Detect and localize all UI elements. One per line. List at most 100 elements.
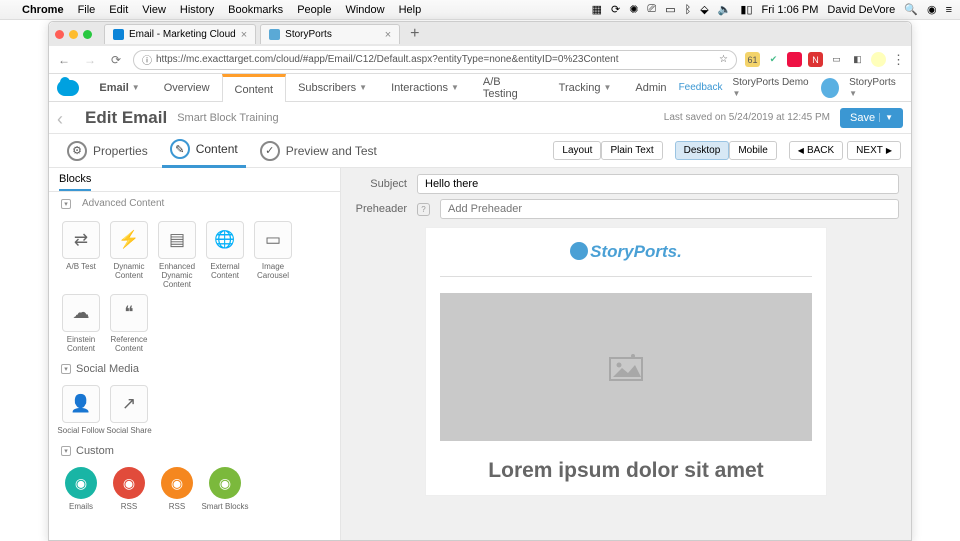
reload-button[interactable]: ⟳ bbox=[107, 53, 125, 67]
nav-content[interactable]: Content bbox=[222, 74, 287, 102]
preheader-input[interactable] bbox=[440, 199, 899, 219]
collapse-icon[interactable]: ▾ bbox=[61, 199, 71, 209]
org-switcher[interactable]: StoryPorts Demo ▼ bbox=[732, 77, 811, 99]
device-desktop-toggle[interactable]: Desktop bbox=[675, 141, 730, 160]
view-plaintext-toggle[interactable]: Plain Text bbox=[601, 141, 662, 160]
extension-icon[interactable]: ✔ bbox=[766, 52, 781, 67]
step-properties[interactable]: ⚙Properties bbox=[59, 134, 156, 168]
nav-admin[interactable]: Admin bbox=[623, 74, 678, 102]
siri-icon[interactable]: ◉ bbox=[927, 3, 937, 16]
tab-storyports[interactable]: StoryPorts × bbox=[260, 24, 400, 44]
airplay-icon[interactable]: ▭ bbox=[665, 3, 675, 16]
nav-interactions[interactable]: Interactions▼ bbox=[379, 74, 471, 102]
profile-avatar-icon[interactable] bbox=[871, 52, 886, 67]
extension-icon[interactable]: ▭ bbox=[829, 52, 844, 67]
close-tab-icon[interactable]: × bbox=[385, 29, 391, 41]
menu-people[interactable]: People bbox=[297, 4, 331, 16]
block-label: Einstein Content bbox=[57, 335, 105, 353]
block-item[interactable]: ↗Social Share bbox=[105, 385, 153, 435]
menu-help[interactable]: Help bbox=[399, 4, 422, 16]
extension-icon[interactable]: ◧ bbox=[850, 52, 865, 67]
menu-window[interactable]: Window bbox=[345, 4, 384, 16]
block-item[interactable]: ⚡Dynamic Content bbox=[105, 221, 153, 290]
clock[interactable]: Fri 1:06 PM bbox=[762, 4, 819, 16]
browser-window: Email - Marketing Cloud × StoryPorts × +… bbox=[48, 21, 912, 541]
step-content[interactable]: ✎Content bbox=[162, 134, 246, 168]
block-icon: ▤ bbox=[158, 221, 196, 259]
sidebar-tab-blocks[interactable]: Blocks bbox=[59, 169, 91, 191]
extension-icon[interactable]: N bbox=[808, 52, 823, 67]
menu-history[interactable]: History bbox=[180, 4, 214, 16]
status-icon[interactable]: ⎚ bbox=[647, 3, 656, 16]
address-bar[interactable]: ⓘ https://mc.exacttarget.com/cloud/#app/… bbox=[133, 50, 737, 70]
feedback-link[interactable]: Feedback bbox=[679, 82, 723, 93]
menu-bookmarks[interactable]: Bookmarks bbox=[228, 4, 283, 16]
kebab-menu-icon[interactable]: ⋮ bbox=[892, 52, 905, 68]
block-item[interactable]: ☁Einstein Content bbox=[57, 294, 105, 353]
window-zoom-button[interactable] bbox=[83, 30, 92, 39]
block-item[interactable]: ◉Emails bbox=[57, 467, 105, 511]
page-title: Edit Email bbox=[85, 108, 167, 128]
block-item[interactable]: 🌐External Content bbox=[201, 221, 249, 290]
next-step-button[interactable]: NEXT▶ bbox=[847, 141, 901, 160]
extension-icon[interactable] bbox=[787, 52, 802, 67]
close-tab-icon[interactable]: × bbox=[241, 29, 247, 41]
menu-file[interactable]: File bbox=[78, 4, 96, 16]
nav-subscribers[interactable]: Subscribers▼ bbox=[286, 74, 379, 102]
site-info-icon[interactable]: ⓘ bbox=[142, 52, 152, 67]
window-minimize-button[interactable] bbox=[69, 30, 78, 39]
step-preview[interactable]: ✓Preview and Test bbox=[252, 134, 385, 168]
block-item[interactable]: ◉RSS bbox=[105, 467, 153, 511]
nav-abtesting[interactable]: A/B Testing bbox=[471, 74, 547, 102]
bluetooth-icon[interactable]: ᛒ bbox=[685, 4, 692, 16]
forward-button[interactable]: → bbox=[81, 53, 99, 67]
new-tab-button[interactable]: + bbox=[404, 25, 425, 43]
salesforce-logo-icon[interactable] bbox=[57, 80, 79, 96]
status-icon[interactable]: ⟳ bbox=[611, 3, 620, 16]
spotlight-icon[interactable]: 🔍 bbox=[904, 3, 918, 16]
status-icon[interactable]: ▦ bbox=[592, 3, 602, 16]
app-switcher[interactable]: Email▼ bbox=[87, 74, 151, 102]
window-close-button[interactable] bbox=[55, 30, 64, 39]
email-preview[interactable]: StoryPorts. Lorem ipsum dolor sit amet bbox=[425, 227, 827, 496]
block-item[interactable]: ▤Enhanced Dynamic Content bbox=[153, 221, 201, 290]
wifi-icon[interactable]: ⬙ bbox=[700, 3, 708, 16]
back-button[interactable]: ← bbox=[55, 53, 73, 67]
collapse-icon[interactable]: ▾ bbox=[61, 446, 71, 456]
block-item[interactable]: ⇄A/B Test bbox=[57, 221, 105, 290]
bookmark-star-icon[interactable]: ☆ bbox=[719, 54, 728, 65]
image-placeholder[interactable] bbox=[440, 293, 812, 441]
extension-icon[interactable]: 61 bbox=[745, 52, 760, 67]
nav-tracking[interactable]: Tracking▼ bbox=[547, 74, 624, 102]
block-label: Dynamic Content bbox=[105, 262, 153, 280]
nav-overview[interactable]: Overview bbox=[152, 74, 222, 102]
menu-view[interactable]: View bbox=[142, 4, 166, 16]
save-dropdown-icon[interactable]: ▼ bbox=[879, 113, 893, 122]
help-icon[interactable]: ? bbox=[417, 203, 430, 216]
save-button[interactable]: Save▼ bbox=[840, 108, 903, 128]
volume-icon[interactable]: 🔈 bbox=[718, 3, 732, 16]
notification-center-icon[interactable]: ≡ bbox=[946, 4, 952, 16]
battery-icon[interactable]: ▮▯ bbox=[740, 3, 752, 16]
user-menu[interactable]: David DeVore bbox=[827, 4, 895, 16]
device-mobile-toggle[interactable]: Mobile bbox=[729, 141, 776, 160]
collapse-icon[interactable]: ▾ bbox=[61, 364, 71, 374]
tab-marketing-cloud[interactable]: Email - Marketing Cloud × bbox=[104, 24, 256, 44]
back-step-button[interactable]: ◀BACK bbox=[789, 141, 843, 160]
status-icon[interactable]: ✺ bbox=[629, 3, 638, 16]
user-menu[interactable]: StoryPorts ▼ bbox=[849, 77, 901, 99]
block-item[interactable]: ◉Smart Blocks bbox=[201, 467, 249, 511]
view-layout-toggle[interactable]: Layout bbox=[553, 141, 601, 160]
block-item[interactable]: ▭Image Carousel bbox=[249, 221, 297, 290]
sidebar-tabs: Blocks bbox=[49, 168, 340, 192]
menu-edit[interactable]: Edit bbox=[109, 4, 128, 16]
app-menu[interactable]: Chrome bbox=[22, 4, 64, 16]
extensions-row: 61 ✔ N ▭ ◧ ⋮ bbox=[745, 52, 905, 68]
headline-text[interactable]: Lorem ipsum dolor sit amet bbox=[440, 441, 812, 485]
block-item[interactable]: ◉RSS bbox=[153, 467, 201, 511]
subject-input[interactable] bbox=[417, 174, 899, 194]
user-avatar-icon[interactable] bbox=[821, 78, 839, 98]
block-item[interactable]: ❝Reference Content bbox=[105, 294, 153, 353]
block-item[interactable]: 👤Social Follow bbox=[57, 385, 105, 435]
back-chevron-icon[interactable]: ‹ bbox=[57, 109, 75, 127]
